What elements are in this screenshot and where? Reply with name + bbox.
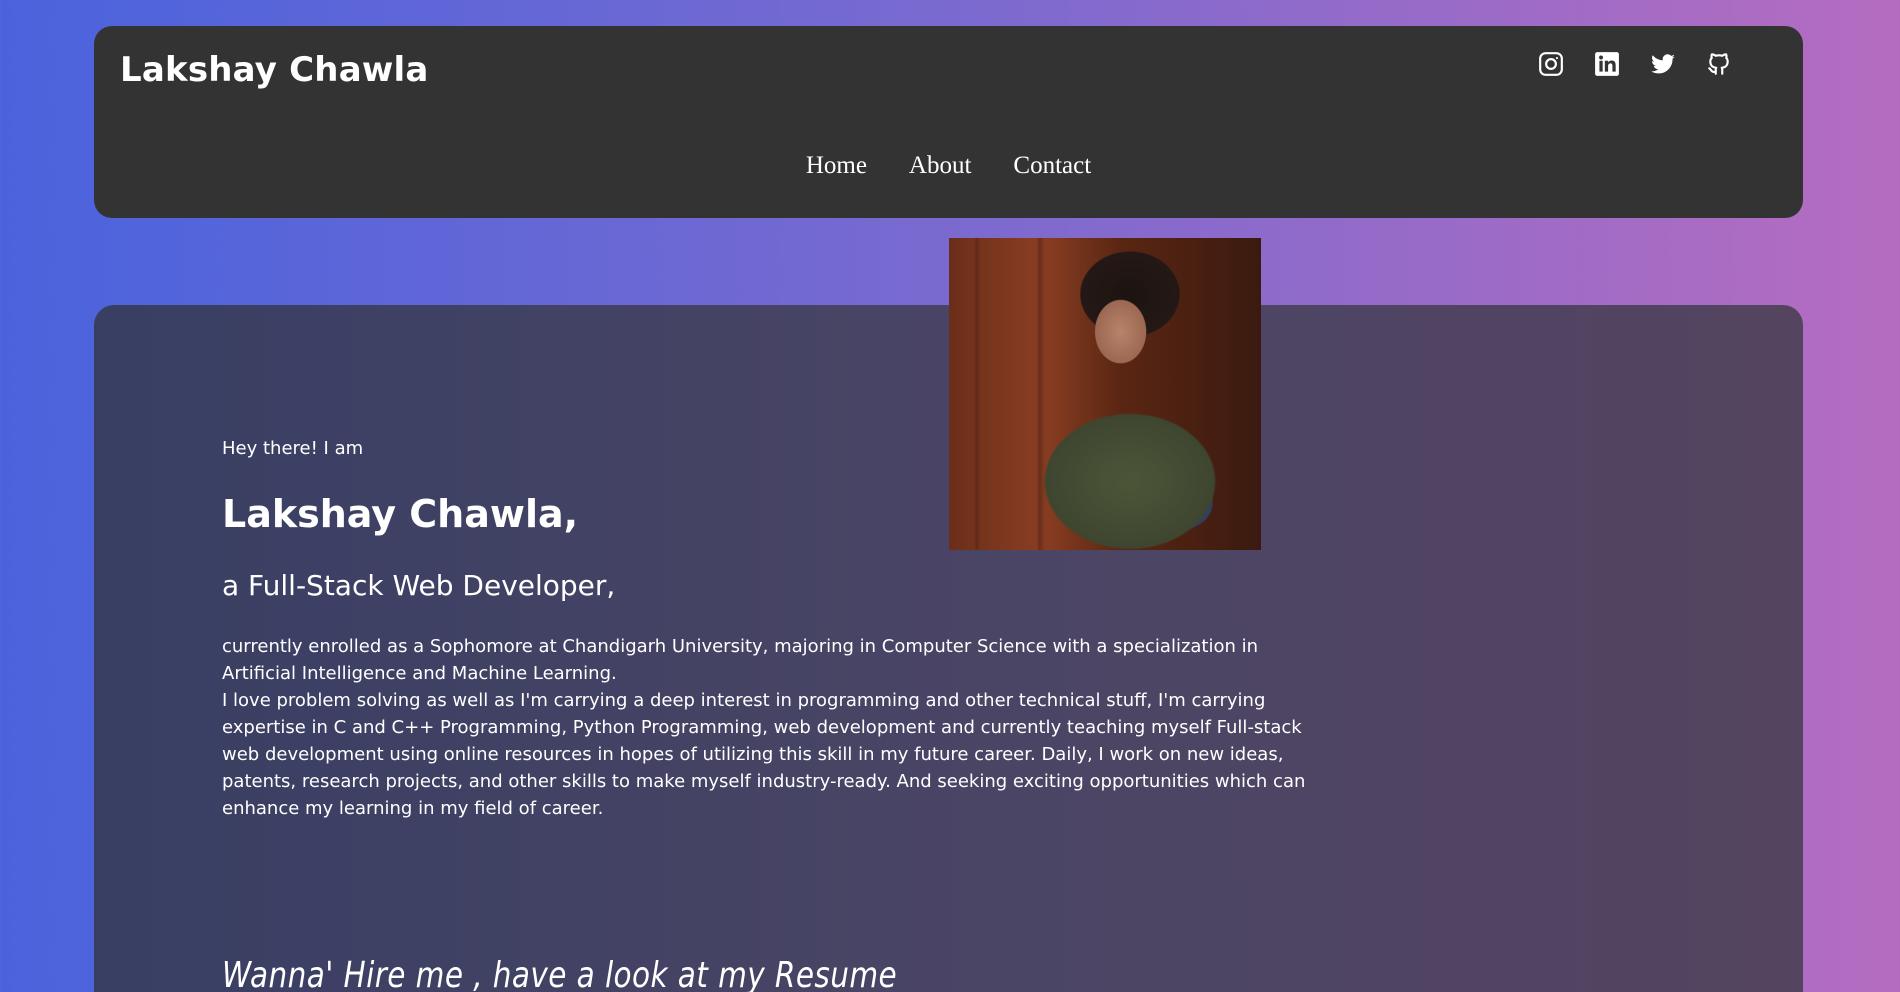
profile-photo	[949, 238, 1261, 550]
github-icon[interactable]	[1705, 50, 1733, 78]
instagram-icon[interactable]	[1537, 50, 1565, 78]
site-brand[interactable]: Lakshay Chawla	[120, 50, 428, 90]
intro-role: a Full-Stack Web Developer,	[222, 569, 616, 602]
site-header: Lakshay Chawla Home About Contact	[94, 26, 1803, 218]
linkedin-icon[interactable]	[1593, 50, 1621, 78]
nav-about[interactable]: About	[909, 152, 972, 180]
social-links	[1537, 50, 1733, 78]
main-nav: Home About Contact	[94, 152, 1803, 180]
nav-home[interactable]: Home	[806, 152, 867, 180]
intro-name: Lakshay Chawla,	[222, 492, 579, 536]
intro-greeting: Hey there! I am	[222, 438, 364, 459]
intro-bio: currently enrolled as a Sophomore at Cha…	[222, 633, 1312, 822]
twitter-icon[interactable]	[1649, 50, 1677, 78]
bio-paragraph: currently enrolled as a Sophomore at Cha…	[222, 636, 1259, 684]
resume-cta[interactable]: Wanna' Hire me , have a look at my Resum…	[222, 955, 897, 992]
bio-paragraph: I love problem solving as well as I'm ca…	[222, 690, 1306, 819]
profile-photo-shading	[949, 238, 1261, 550]
nav-contact[interactable]: Contact	[1013, 152, 1091, 180]
